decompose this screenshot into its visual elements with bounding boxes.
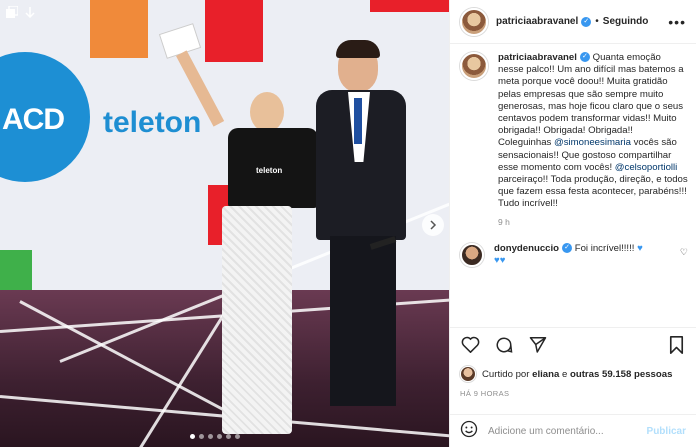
comment-body: Foi incrível!!!!! bbox=[574, 242, 635, 254]
caption-text: patriciaabravanel ✓ Quanta emoção nesse p… bbox=[498, 52, 688, 211]
post-photo[interactable]: ACD teleton teleton bbox=[0, 0, 449, 447]
carousel-dot bbox=[235, 434, 240, 439]
mention-link[interactable]: @celsoportiolli bbox=[615, 162, 678, 173]
avatar[interactable] bbox=[460, 52, 488, 80]
carousel-dot bbox=[208, 434, 213, 439]
liked-by: Curtido por eliana e outras 59.158 pesso… bbox=[460, 366, 672, 382]
following-button[interactable]: Seguindo bbox=[603, 16, 649, 27]
caption-body: Quanta emoção nesse palco!! Um ano difíc… bbox=[498, 52, 684, 149]
white-lace-pants bbox=[222, 206, 292, 434]
commenter-avatar[interactable] bbox=[460, 242, 484, 267]
shirt-text: teleton bbox=[256, 166, 283, 175]
share-send-icon[interactable] bbox=[528, 335, 548, 355]
woman-head bbox=[250, 92, 284, 132]
liked-by-prefix: Curtido por bbox=[482, 368, 530, 380]
verified-badge-icon: ✓ bbox=[562, 243, 573, 254]
verified-badge-icon: ✓ bbox=[579, 52, 590, 63]
chevron-right-icon bbox=[430, 220, 437, 230]
black-tshirt: teleton bbox=[228, 128, 318, 208]
man-hair bbox=[336, 40, 380, 58]
blue-heart-emoji-icon: ♥♥ bbox=[494, 254, 506, 266]
green-panel bbox=[0, 250, 32, 292]
comments-area: patriciaabravanel ✓ Quanta emoção nesse p… bbox=[460, 52, 688, 267]
post-sidebar: patriciaabravanel ✓ • Seguindo ••• patri… bbox=[449, 0, 696, 447]
arrow-down-icon bbox=[24, 6, 36, 21]
post-date: HÁ 9 HORAS bbox=[460, 389, 510, 398]
separator-dot: • bbox=[595, 16, 599, 27]
liked-by-others[interactable]: outras 59.158 pessoas bbox=[570, 369, 672, 380]
action-bar bbox=[450, 327, 696, 361]
stacked-images-icon bbox=[6, 5, 19, 21]
carousel-dot bbox=[199, 434, 204, 439]
comment-text: donydenuccio ✓ Foi incrível!!!!! ♥ ♥♥ bbox=[494, 243, 674, 267]
avatar[interactable] bbox=[460, 7, 488, 36]
comment-row: donydenuccio ✓ Foi incrível!!!!! ♥ ♥♥ ♡ bbox=[460, 242, 688, 267]
post-header: patriciaabravanel ✓ • Seguindo ••• bbox=[450, 0, 696, 44]
author-username[interactable]: patriciaabravanel bbox=[496, 16, 578, 27]
caption-row: patriciaabravanel ✓ Quanta emoção nesse p… bbox=[460, 52, 688, 211]
red-panel-right bbox=[370, 0, 449, 12]
like-heart-icon[interactable] bbox=[460, 335, 480, 355]
caption-username[interactable]: patriciaabravanel bbox=[498, 52, 577, 63]
caption-body-end: parceiraço!! Toda produção, direção, e t… bbox=[498, 174, 688, 210]
verified-badge-icon: ✓ bbox=[581, 16, 592, 27]
commenter-username[interactable]: donydenuccio bbox=[494, 243, 559, 254]
liked-by-user[interactable]: eliana bbox=[532, 369, 559, 380]
bookmark-icon[interactable] bbox=[666, 335, 686, 355]
mention-link[interactable]: @simoneesimaria bbox=[554, 137, 631, 148]
comment-bubble-icon[interactable] bbox=[494, 335, 514, 355]
blue-heart-emoji-icon: ♥ bbox=[637, 242, 643, 254]
like-comment-heart-icon[interactable]: ♡ bbox=[680, 247, 688, 258]
orange-panel bbox=[90, 0, 148, 58]
carousel-dot bbox=[190, 434, 195, 439]
suit-trousers bbox=[330, 236, 396, 406]
add-comment-row: Publicar bbox=[450, 414, 696, 447]
liked-by-conj: e bbox=[559, 368, 571, 380]
red-panel bbox=[205, 0, 263, 62]
blue-tie bbox=[354, 98, 362, 144]
more-options-icon[interactable]: ••• bbox=[668, 14, 686, 30]
publish-button[interactable]: Publicar bbox=[647, 426, 686, 437]
next-photo-button[interactable] bbox=[422, 214, 444, 236]
caption-timestamp: 9 h bbox=[498, 216, 510, 227]
liker-avatar[interactable] bbox=[460, 366, 476, 382]
carousel-dot bbox=[226, 434, 231, 439]
logo-text: ACD bbox=[2, 103, 65, 136]
woman-figure: teleton bbox=[158, 23, 320, 447]
carousel-dots bbox=[190, 434, 240, 439]
raised-arm bbox=[176, 50, 225, 127]
carousel-dot bbox=[217, 434, 222, 439]
comment-input[interactable] bbox=[488, 425, 638, 437]
emoji-smiley-icon[interactable] bbox=[460, 420, 478, 443]
man-figure bbox=[308, 40, 428, 447]
